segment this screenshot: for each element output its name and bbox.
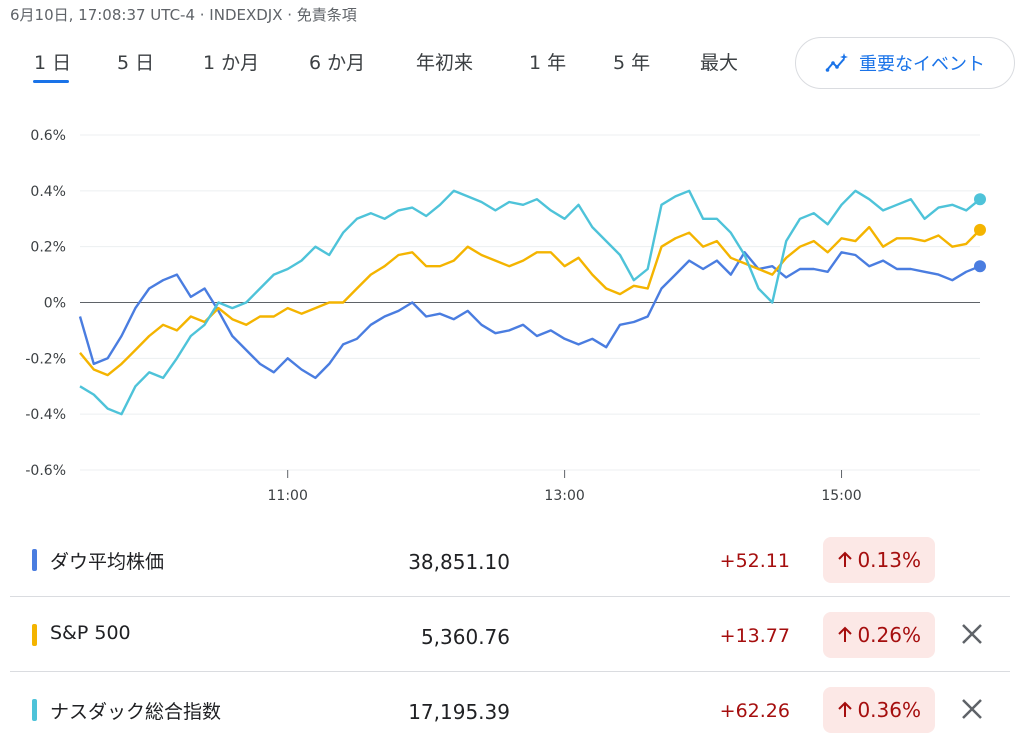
x-axis-labels: 11:00 13:00 15:00 — [268, 470, 862, 504]
series-endpoint-2 — [974, 193, 986, 206]
price-chart[interactable]: 0.6% 0.4% 0.2% 0% -0.2% -0.4% -0.6% 11:00 13:00… — [0, 115, 1022, 515]
chart-grid — [80, 134, 980, 471]
percent-change-badge: 0.26% — [823, 612, 935, 658]
series-line-1 — [79, 225, 981, 377]
tab-5y[interactable]: 5 年 — [613, 48, 650, 75]
index-change: +52.11 — [719, 550, 790, 572]
key-events-label: 重要なイベント — [859, 54, 985, 75]
y-tick-label: 0.6% — [30, 128, 66, 144]
series-color-swatch — [32, 549, 37, 571]
index-row-sp500[interactable]: S&P 500 5,360.76 +13.77 0.26% — [10, 597, 1010, 672]
index-change: +13.77 — [719, 625, 790, 647]
tab-max[interactable]: 最大 — [700, 48, 738, 75]
index-price: 5,360.76 — [420, 625, 510, 649]
series-color-swatch — [32, 699, 37, 721]
tab-6m[interactable]: 6 か月 — [309, 48, 365, 75]
key-events-button[interactable]: 重要なイベント — [795, 37, 1015, 89]
y-tick-label: 0.4% — [30, 184, 66, 200]
y-axis-labels: 0.6% 0.4% 0.2% 0% -0.2% -0.4% -0.6% — [25, 128, 66, 479]
y-tick-label: 0% — [44, 296, 66, 312]
percent-change-badge: 0.13% — [823, 537, 935, 583]
index-name: ナスダック総合指数 — [50, 701, 222, 723]
y-tick-label: 0.2% — [30, 240, 66, 256]
x-tick-label: 13:00 — [544, 488, 584, 504]
active-tab-indicator — [33, 80, 69, 83]
tab-1y[interactable]: 1 年 — [529, 48, 566, 75]
x-tick-label: 15:00 — [821, 488, 861, 504]
y-tick-label: -0.6% — [25, 463, 66, 479]
series-line-0 — [78, 251, 981, 380]
index-change: +62.26 — [719, 700, 790, 722]
index-price: 38,851.10 — [408, 550, 510, 574]
tab-1d[interactable]: 1 日 — [34, 48, 71, 75]
remove-nasdaq-close-icon[interactable] — [958, 695, 986, 723]
x-tick-label: 11:00 — [268, 488, 308, 504]
series-endpoint-1 — [974, 223, 986, 236]
index-name: ダウ平均株価 — [50, 551, 165, 573]
index-row-dow[interactable]: ダウ平均株価 38,851.10 +52.11 0.13% — [10, 522, 1010, 597]
timestamp: 6月10日, 17:08:37 UTC-4 · INDEXDJX · 免責条項 — [10, 6, 357, 24]
percent-change-value: 0.26% — [857, 623, 921, 647]
remove-sp500-close-icon[interactable] — [958, 620, 986, 648]
percent-change-value: 0.13% — [857, 548, 921, 572]
tab-5d[interactable]: 5 日 — [117, 48, 154, 75]
series-color-swatch — [32, 624, 37, 646]
arrow-up-icon — [838, 626, 853, 642]
series-endpoint-0 — [974, 260, 986, 273]
tab-ytd[interactable]: 年初来 — [416, 48, 473, 75]
tab-1m[interactable]: 1 か月 — [203, 48, 259, 75]
percent-change-badge: 0.36% — [823, 687, 935, 733]
trend-sparkle-icon — [825, 53, 848, 72]
y-tick-label: -0.2% — [25, 351, 66, 367]
index-list: ダウ平均株価 38,851.10 +52.11 0.13% S&P 500 5,… — [10, 522, 1010, 746]
y-tick-label: -0.4% — [25, 407, 66, 423]
arrow-up-icon — [838, 701, 853, 717]
index-row-nasdaq[interactable]: ナスダック総合指数 17,195.39 +62.26 0.36% — [10, 672, 1010, 746]
index-price: 17,195.39 — [408, 700, 510, 724]
index-name: S&P 500 — [50, 622, 131, 644]
range-tabs: 1 日 5 日 1 か月 6 か月 年初来 1 年 5 年 最大 — [0, 48, 780, 88]
percent-change-value: 0.36% — [857, 698, 921, 722]
arrow-up-icon — [838, 551, 853, 567]
